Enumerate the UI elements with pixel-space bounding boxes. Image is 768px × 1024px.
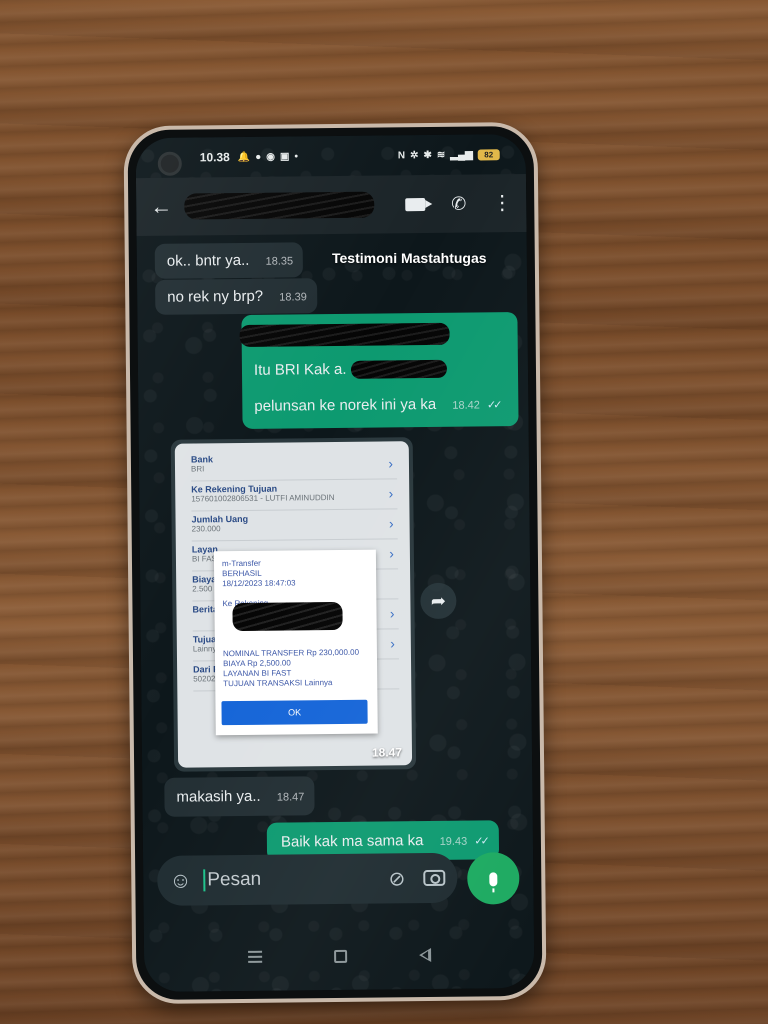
paperclip-icon[interactable]: ⊘: [388, 866, 405, 891]
message-time: 18.42: [452, 399, 480, 412]
redacted-scribble: [232, 601, 343, 632]
form-row: Jumlah Uang 230.000 ›: [191, 509, 398, 542]
mic-button[interactable]: [467, 852, 520, 905]
battery-icon: 82: [477, 148, 500, 160]
chevron-right-icon: ›: [388, 455, 394, 472]
redacted-scribble: [350, 359, 447, 379]
message-outgoing[interactable]: Itu BRI Kak a. pelunsan ke norek ini ya …: [239, 312, 519, 429]
read-ticks-icon: ✓✓: [474, 835, 487, 848]
message-text: no rek ny brp?: [167, 287, 264, 306]
contact-name-redacted[interactable]: [184, 191, 375, 220]
arrow-left-icon[interactable]: ←: [150, 194, 176, 220]
chevron-right-icon: ›: [388, 515, 394, 532]
message-time: 18.47: [276, 791, 305, 804]
settings-icon: ✲: [410, 149, 419, 161]
phone-icon[interactable]: ✆: [451, 193, 466, 214]
bluetooth-icon: ✱: [423, 149, 432, 161]
transfer-success-popup: m-Transfer BERHASIL 18/12/2023 18:47:03 …: [213, 549, 378, 736]
dot-icon: •: [294, 150, 299, 162]
message-text: Baik kak ma sama ka: [280, 832, 424, 851]
message-input[interactable]: Pesan: [203, 868, 262, 892]
back-icon[interactable]: [418, 948, 431, 963]
message-time: 18.47: [371, 745, 403, 760]
mic-icon: [489, 872, 498, 887]
status-time: 10.38: [199, 150, 230, 165]
notification-icons: 🔔 ● ◉ ▣ •: [238, 151, 298, 163]
read-ticks-icon: ✓✓: [486, 399, 500, 412]
emoji-icon[interactable]: ☺: [169, 867, 197, 893]
message-time: 18.39: [279, 291, 307, 304]
message-text: Itu BRI Kak a.: [253, 360, 347, 379]
watermark-text: Testimoni Mastahtugas: [332, 250, 487, 266]
chevron-right-icon: ›: [390, 635, 395, 652]
status-bar: 10.38 🔔 ● ◉ ▣ • N ✲ ✱ ≋ ▂▄▆ 82: [136, 134, 526, 178]
signal-icon: ▂▄▆: [450, 149, 473, 161]
home-icon[interactable]: [333, 949, 347, 963]
redacted-scribble: [239, 322, 450, 347]
system-nav-bar: [144, 934, 534, 978]
more-vert-icon[interactable]: ⋮: [492, 192, 512, 214]
chat-bubble-icon: ●: [255, 151, 262, 163]
system-icons: N ✲ ✱ ≋ ▂▄▆ 82: [397, 148, 500, 161]
bell-icon: 🔔: [237, 151, 251, 163]
message-text: ok.. bntr ya..: [166, 251, 250, 270]
message-incoming[interactable]: ok.. bntr ya.. 18.35: [154, 242, 304, 279]
image-message[interactable]: Bank BRI › Ke Rekening Tujuan 1576010028…: [170, 437, 417, 772]
recent-apps-icon[interactable]: [247, 950, 262, 963]
wifi-icon: ≋: [436, 149, 446, 161]
ok-button: OK: [221, 699, 368, 726]
message-input-bar[interactable]: ☺ Pesan ⊘: [157, 852, 458, 906]
message-incoming[interactable]: makasih ya.. 18.47: [164, 776, 315, 817]
chevron-right-icon: ›: [388, 485, 394, 502]
chevron-right-icon: ›: [389, 545, 394, 562]
whatsapp-icon: ▣: [279, 150, 290, 163]
message-incoming[interactable]: no rek ny brp? 18.39: [155, 278, 317, 315]
form-row: Ke Rekening Tujuan 157601002806531 - LUT…: [191, 479, 398, 512]
circle-icon: ◉: [266, 151, 276, 163]
video-icon[interactable]: [405, 197, 426, 211]
chevron-right-icon: ›: [389, 605, 395, 622]
message-time: 18.35: [265, 255, 294, 268]
message-text: pelunsan ke norek ini ya ka: [254, 395, 437, 415]
header-actions: ✆ ⋮: [405, 192, 512, 215]
nfc-icon: N: [397, 149, 406, 161]
transfer-screenshot[interactable]: Bank BRI › Ke Rekening Tujuan 1576010028…: [174, 441, 413, 768]
form-row: Bank BRI ›: [190, 449, 398, 482]
share-icon[interactable]: ➦: [420, 582, 457, 620]
message-text: makasih ya..: [176, 787, 261, 806]
camera-icon[interactable]: [423, 869, 446, 887]
chat-header: ← ✆ ⋮: [135, 173, 527, 237]
message-time: 19.43: [439, 835, 468, 848]
